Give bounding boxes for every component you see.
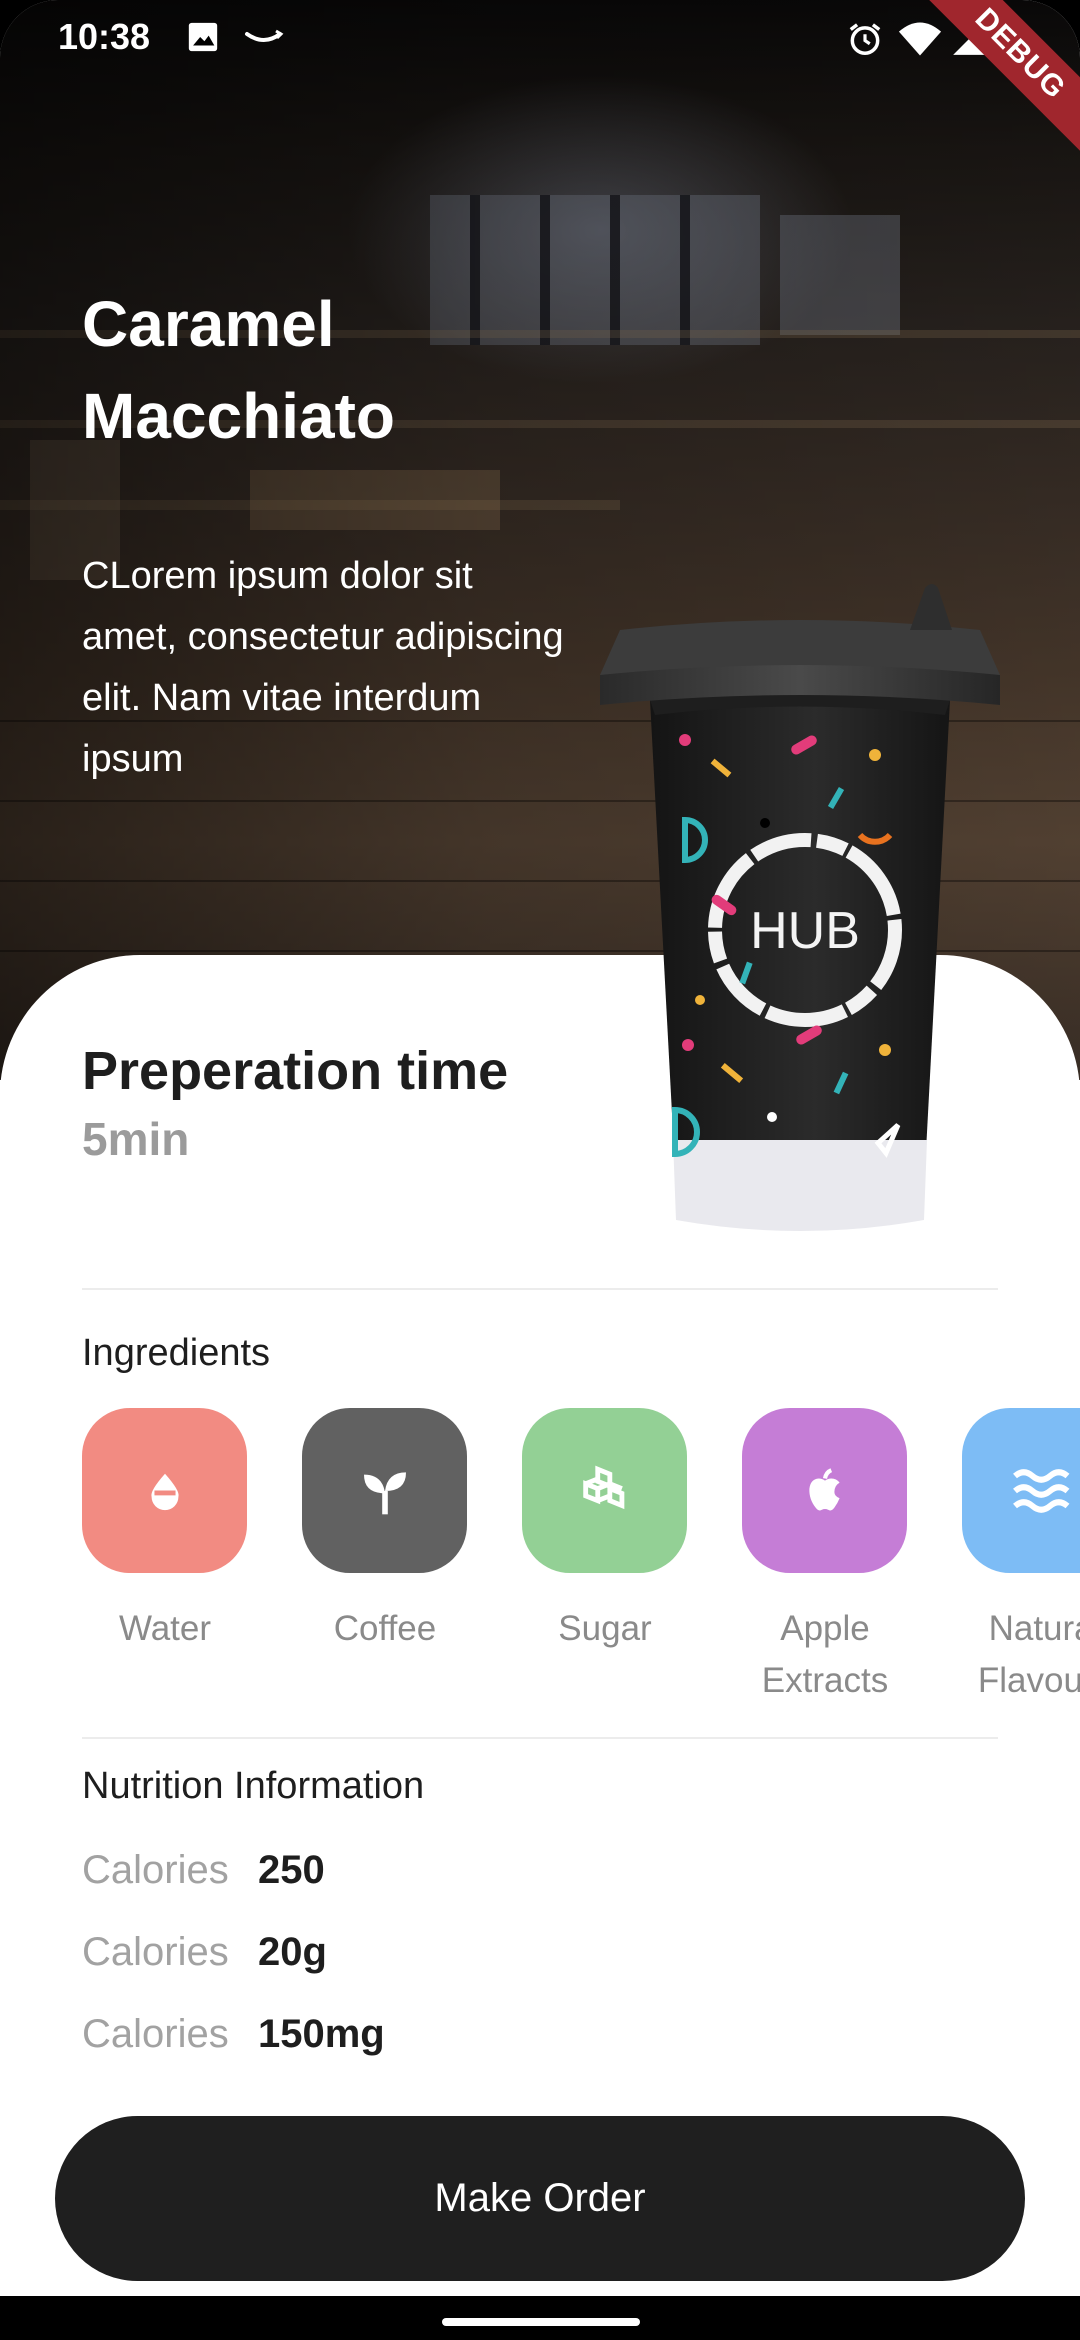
- amazon-smile-icon: [244, 26, 284, 54]
- nutrition-row: Calories 250: [82, 1848, 325, 1893]
- ingredient-label: Sugar: [558, 1609, 652, 1648]
- image-icon: [186, 20, 220, 58]
- nutrition-label: Calories: [82, 2012, 229, 2056]
- ingredients-title: Ingredients: [82, 1332, 271, 1374]
- ingredient-apple-extracts[interactable]: Apple Extracts: [742, 1408, 907, 1707]
- preparation-time-value: 5min: [82, 1113, 190, 1165]
- divider: [82, 1288, 998, 1290]
- ingredient-coffee[interactable]: Coffee: [302, 1408, 467, 1655]
- waves-icon: [962, 1408, 1080, 1573]
- apple-icon: [742, 1408, 907, 1573]
- screen: 10:38 DEBUG Caramel Macchiato CLorem ips…: [0, 0, 1080, 2340]
- nutrition-row: Calories 150mg: [82, 2012, 385, 2057]
- coffee-cup-image: HUB: [600, 584, 1000, 1231]
- ingredient-label: Water: [118, 1609, 212, 1648]
- ingredient-water[interactable]: Water: [82, 1408, 247, 1655]
- nutrition-value: 250: [258, 1848, 325, 1892]
- water-drop-icon: [82, 1408, 247, 1573]
- ingredient-natural-flavours[interactable]: Natural Flavours: [962, 1408, 1080, 1707]
- nutrition-label: Calories: [82, 1848, 229, 1892]
- ingredients-list[interactable]: Water Coffee Sugar Apple Extracts Natura…: [0, 1408, 1080, 1708]
- divider: [82, 1737, 998, 1739]
- nutrition-title: Nutrition Information: [82, 1765, 425, 1807]
- home-gesture-handle[interactable]: [442, 2318, 640, 2326]
- sugar-cubes-icon: [522, 1408, 687, 1573]
- ingredient-label: Apple Extracts: [761, 1609, 889, 1700]
- product-title: Caramel Macchiato: [82, 288, 395, 452]
- product-description: CLorem ipsum dolor sit amet, consectetur…: [82, 555, 564, 780]
- make-order-button[interactable]: Make Order: [55, 2116, 1025, 2281]
- ingredient-label: Coffee: [333, 1609, 437, 1648]
- preparation-time-label: Preperation time: [82, 1041, 509, 1101]
- nutrition-value: 150mg: [258, 2012, 385, 2056]
- nutrition-row: Calories 20g: [82, 1930, 327, 1975]
- sprout-icon: [302, 1408, 467, 1573]
- wifi-icon: [898, 20, 942, 62]
- alarm-icon: [846, 20, 884, 62]
- nutrition-value: 20g: [258, 1930, 327, 1974]
- ingredient-label: Natural Flavours: [977, 1609, 1080, 1700]
- status-time: 10:38: [58, 16, 151, 57]
- cup-print-text: HUB: [750, 902, 860, 960]
- nutrition-label: Calories: [82, 1930, 229, 1974]
- ingredient-sugar[interactable]: Sugar: [522, 1408, 687, 1655]
- status-bar: 10:38: [0, 0, 1080, 84]
